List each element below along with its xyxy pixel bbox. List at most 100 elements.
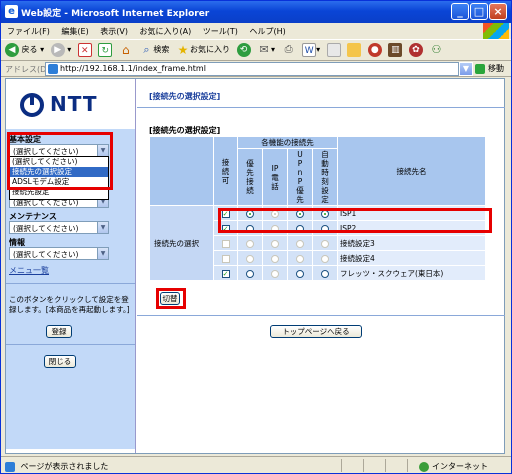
refresh-icon: ↻ [98, 42, 113, 57]
menu-bar: ファイル(F) 編集(E) 表示(V) お気に入り(A) ツール(T) ヘルプ(… [1, 23, 511, 39]
media-button[interactable]: ✿ [408, 42, 423, 58]
search-button[interactable]: ⌕ 検索 [139, 42, 169, 58]
auto-time-radio[interactable] [321, 254, 329, 263]
folder-icon [347, 42, 362, 57]
people-icon: ⚇ [431, 42, 442, 56]
chevron-down-icon[interactable]: ▼ [97, 248, 108, 259]
priority-radio[interactable] [246, 239, 254, 248]
page-heading: [接続先の選択設定] [149, 92, 221, 101]
menu-file[interactable]: ファイル(F) [7, 27, 50, 36]
header-upnp: UPnP優先 [287, 148, 313, 206]
header-priority: 優先接続 [237, 148, 263, 206]
zone-indicator: インターネット [419, 461, 488, 472]
address-input[interactable]: http://192.168.1.1/index_frame.html [45, 62, 459, 76]
related-button[interactable]: ⚇ [429, 42, 443, 58]
discuss-icon [326, 42, 341, 57]
favorites-button[interactable]: ★ お気に入り [176, 42, 230, 58]
status-message: ページが表示されました [20, 462, 109, 471]
word-icon: W [302, 42, 317, 57]
close-button[interactable]: × [489, 3, 507, 20]
top-page-button[interactable]: トップページへ戻る [270, 325, 362, 338]
go-arrow-icon [475, 63, 485, 74]
print-button[interactable]: ⎙ [282, 42, 296, 58]
home-icon: ⌂ [122, 42, 130, 57]
refresh-button[interactable]: ↻ [98, 42, 113, 58]
maintenance-select[interactable]: (選択してください) ▼ [9, 221, 109, 234]
heading-divider [137, 107, 505, 108]
header-auto-time: 自動時刻設定 [312, 148, 338, 206]
menu-favorites[interactable]: お気に入り(A) [140, 27, 192, 36]
ntt-logo-icon [20, 93, 44, 117]
main-frame: [接続先の選択設定] [接続先の選択設定] 接続可 各機能の接続先 接続先名 優… [137, 79, 505, 453]
sidebar-divider [6, 344, 135, 345]
connect-checkbox[interactable] [221, 254, 230, 263]
header-group: 各機能の接続先 [237, 136, 338, 149]
sidebar-divider [6, 283, 135, 284]
stop-icon: ✕ [77, 42, 92, 57]
header-ip-phone: IP電話 [262, 148, 288, 206]
folder-button[interactable] [347, 42, 362, 58]
back-arrow-icon: ◀ [5, 42, 19, 57]
menu-list-link[interactable]: メニュ一覧 [9, 265, 49, 276]
menu-help[interactable]: ヘルプ(H) [249, 27, 285, 36]
auto-time-radio[interactable] [321, 239, 329, 248]
address-bar: アドレス(D) http://192.168.1.1/index_frame.h… [1, 61, 511, 77]
mail-button[interactable]: ✉ ▾ [257, 42, 275, 58]
header-name: 接続先名 [337, 136, 486, 206]
back-button[interactable]: ◀ 戻る ▾ [5, 42, 44, 58]
minimize-button[interactable]: _ [451, 3, 469, 20]
register-note: このボタンをクリックして設定を登録します。[本商品を再起動します。] [9, 295, 130, 314]
maximize-button[interactable]: □ [470, 3, 488, 20]
page-content: NTT 基本設定 (選択してください) ▼ (選択してください) 接続先の選択設… [5, 78, 505, 454]
sidebar-frame: NTT 基本設定 (選択してください) ▼ (選択してください) 接続先の選択設… [6, 79, 136, 453]
upnp-radio[interactable] [296, 239, 304, 248]
ie-icon: e [5, 5, 18, 18]
messenger-button[interactable]: ● [367, 42, 382, 58]
address-dropdown-button[interactable]: ▼ [459, 62, 473, 76]
auto-time-radio[interactable] [321, 269, 329, 278]
home-button[interactable]: ⌂ [119, 42, 133, 58]
page-icon [48, 64, 58, 74]
menu-edit[interactable]: 編集(E) [61, 27, 88, 36]
footer-divider [137, 315, 505, 316]
priority-radio[interactable] [246, 269, 254, 278]
address-label: アドレス(D) [5, 65, 50, 74]
info-select[interactable]: (選択してください) ▼ [9, 247, 109, 260]
connect-checkbox[interactable] [221, 239, 230, 248]
connect-checkbox[interactable]: ✓ [221, 269, 230, 278]
stop-button[interactable]: ✕ [77, 42, 92, 58]
close-window-button[interactable]: 閉じる [44, 355, 76, 368]
upnp-radio[interactable] [296, 269, 304, 278]
priority-radio[interactable] [246, 254, 254, 263]
research-icon: ▥ [388, 42, 403, 57]
window-title: Web設定 - Microsoft Internet Explorer [21, 9, 210, 19]
research-button[interactable]: ▥ [388, 42, 403, 58]
edit-button[interactable]: W ▾ [302, 42, 320, 58]
record-icon: ● [367, 42, 382, 57]
corner-cell [149, 136, 214, 206]
ip-phone-radio[interactable] [271, 254, 279, 263]
register-button[interactable]: 登録 [46, 325, 72, 338]
browser-window: e Web設定 - Microsoft Internet Explorer _ … [0, 0, 512, 474]
title-bar: e Web設定 - Microsoft Internet Explorer _ … [1, 1, 511, 23]
discuss-button[interactable] [326, 42, 341, 58]
upnp-radio[interactable] [296, 254, 304, 263]
status-bar: ページが表示されました インターネット [1, 456, 511, 473]
globe-icon [419, 461, 429, 472]
menu-tools[interactable]: ツール(T) [203, 27, 238, 36]
connection-name: フレッツ・スクウェア(東日本) [337, 265, 486, 281]
highlight-box-isp2-row [218, 208, 492, 233]
menu-view[interactable]: 表示(V) [100, 27, 128, 36]
ip-phone-radio[interactable] [271, 239, 279, 248]
highlight-box-dropdown [7, 132, 113, 190]
star-icon: ★ [177, 42, 189, 57]
go-button[interactable]: 移動 [475, 63, 504, 74]
forward-button[interactable]: ▶ ▾ [50, 42, 71, 58]
search-icon: ⌕ [143, 42, 150, 56]
history-button[interactable]: ⟲ [236, 42, 251, 58]
chevron-down-icon[interactable]: ▼ [97, 222, 108, 233]
ip-phone-radio[interactable] [271, 269, 279, 278]
header-connect: 接続可 [213, 136, 238, 206]
ntt-logo: NTT [20, 89, 120, 119]
row-group-label: 接続先の選択 [149, 205, 214, 281]
